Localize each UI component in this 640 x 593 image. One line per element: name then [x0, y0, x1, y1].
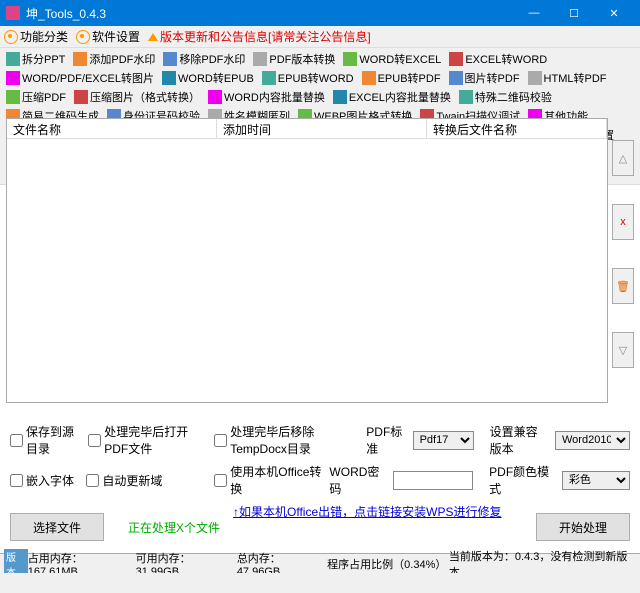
mem-ratio: 程序占用比例（0.34%）	[327, 556, 445, 572]
toolbar-item[interactable]: HTML转PDF	[526, 69, 609, 87]
options-panel: 保存到源目录 处理完毕后打开PDF文件 处理完毕后移除TempDocx目录 PD…	[10, 423, 630, 493]
tool-icon	[208, 90, 222, 104]
tool-icon	[262, 71, 276, 85]
toolbar-item[interactable]: 移除PDF水印	[161, 50, 247, 68]
menu-func-category[interactable]: 功能分类	[4, 28, 68, 45]
trash-button[interactable]: 🗑	[612, 268, 634, 304]
tool-icon	[6, 52, 20, 66]
tool-icon	[362, 71, 376, 85]
col-converted[interactable]: 转换后文件名称	[427, 119, 607, 138]
remove-button[interactable]: x	[612, 204, 634, 240]
menu-version-notice[interactable]: 版本更新和公告信息[请常关注公告信息]	[148, 28, 371, 45]
maximize-button[interactable]: ☐	[554, 0, 594, 26]
toolbar-item[interactable]: EXCEL内容批量替换	[331, 88, 453, 106]
toolbar-item[interactable]: WORD转EPUB	[160, 69, 256, 87]
minimize-button[interactable]: —	[514, 0, 554, 26]
chk-use-local[interactable]: 使用本机Office转换	[214, 463, 321, 497]
x-icon: x	[620, 216, 626, 228]
toolbar-item[interactable]: WORD转EXCEL	[341, 50, 443, 68]
toolbar-item[interactable]: 压缩PDF	[4, 88, 68, 106]
app-icon	[6, 6, 20, 20]
pdf-color-select[interactable]: 彩色	[562, 471, 630, 490]
triangle-down-icon: ▽	[619, 344, 627, 357]
processing-status: 正在处理X个文件	[128, 519, 220, 536]
chk-auto-domain[interactable]: 自动更新域	[86, 472, 176, 489]
file-list: 文件名称 添加时间 转换后文件名称	[6, 118, 608, 403]
col-filename[interactable]: 文件名称	[7, 119, 217, 138]
tool-icon	[162, 71, 176, 85]
toolbar-item[interactable]: 添加PDF水印	[71, 50, 157, 68]
tool-icon	[333, 90, 347, 104]
toolbar-item[interactable]: EXCEL转WORD	[447, 50, 549, 68]
tool-icon	[528, 71, 542, 85]
toolbar-item[interactable]: 压缩图片（格式转换）	[72, 88, 202, 106]
chk-save-source[interactable]: 保存到源目录	[10, 423, 80, 457]
statusbar: 版本 占用内存：167.61MB 可用内存：31.99GB 总内存：47.96G…	[0, 553, 640, 573]
toolbar-item[interactable]: EPUB转PDF	[360, 69, 443, 87]
chk-remove-tmp[interactable]: 处理完毕后移除TempDocx目录	[214, 423, 358, 457]
toolbar-item[interactable]: 拆分PPT	[4, 50, 67, 68]
compat-label: 设置兼容版本	[490, 423, 547, 457]
titlebar: 坤_Tools_0.4.3 — ☐ ✕	[0, 0, 640, 26]
gear-icon	[76, 30, 90, 44]
toolbar-item[interactable]: PDF版本转换	[251, 50, 337, 68]
start-button[interactable]: 开始处理	[536, 513, 630, 541]
resize-grip	[0, 573, 640, 593]
tool-icon	[253, 52, 267, 66]
close-button[interactable]: ✕	[594, 0, 634, 26]
column-headers: 文件名称 添加时间 转换后文件名称	[7, 119, 607, 139]
bottom-buttons: 选择文件 正在处理X个文件 开始处理	[10, 513, 630, 541]
window-title: 坤_Tools_0.4.3	[26, 5, 514, 22]
menu-soft-settings[interactable]: 软件设置	[76, 28, 140, 45]
compat-select[interactable]: Word2010	[555, 431, 630, 450]
tool-icon	[6, 90, 20, 104]
toolbar-item[interactable]: WORD/PDF/EXCEL转图片	[4, 69, 156, 87]
toolbar-item[interactable]: EPUB转WORD	[260, 69, 356, 87]
trash-icon: 🗑	[616, 280, 630, 293]
toolbar-item[interactable]: 特殊二维码校验	[457, 88, 554, 106]
tool-icon	[459, 90, 473, 104]
chk-open-after[interactable]: 处理完毕后打开PDF文件	[88, 423, 206, 457]
tool-icon	[343, 52, 357, 66]
tool-icon	[6, 71, 20, 85]
move-up-button[interactable]: △	[612, 140, 634, 176]
tool-icon	[74, 90, 88, 104]
gear-icon	[4, 30, 18, 44]
menubar: 功能分类 软件设置 版本更新和公告信息[请常关注公告信息]	[0, 26, 640, 48]
triangle-up-icon: △	[619, 152, 627, 165]
tool-icon	[163, 52, 177, 66]
pdf-color-label: PDF颜色模式	[489, 463, 554, 497]
tool-icon	[449, 71, 463, 85]
side-buttons: △ x 🗑 ▽	[612, 140, 634, 368]
toolbar-item[interactable]: 图片转PDF	[447, 69, 522, 87]
move-down-button[interactable]: ▽	[612, 332, 634, 368]
word-pwd-input[interactable]	[393, 471, 473, 490]
word-pwd-label: WORD密码	[329, 463, 385, 497]
col-addtime[interactable]: 添加时间	[217, 119, 427, 138]
pdf-std-select[interactable]: Pdf17	[413, 431, 474, 450]
tool-icon	[449, 52, 463, 66]
chk-embed-font[interactable]: 嵌入字体	[10, 472, 78, 489]
toolbar-item[interactable]: WORD内容批量替换	[206, 88, 327, 106]
pdf-std-label: PDF标准	[366, 423, 404, 457]
tool-icon	[73, 52, 87, 66]
arrow-up-icon	[148, 33, 158, 41]
select-file-button[interactable]: 选择文件	[10, 513, 104, 541]
